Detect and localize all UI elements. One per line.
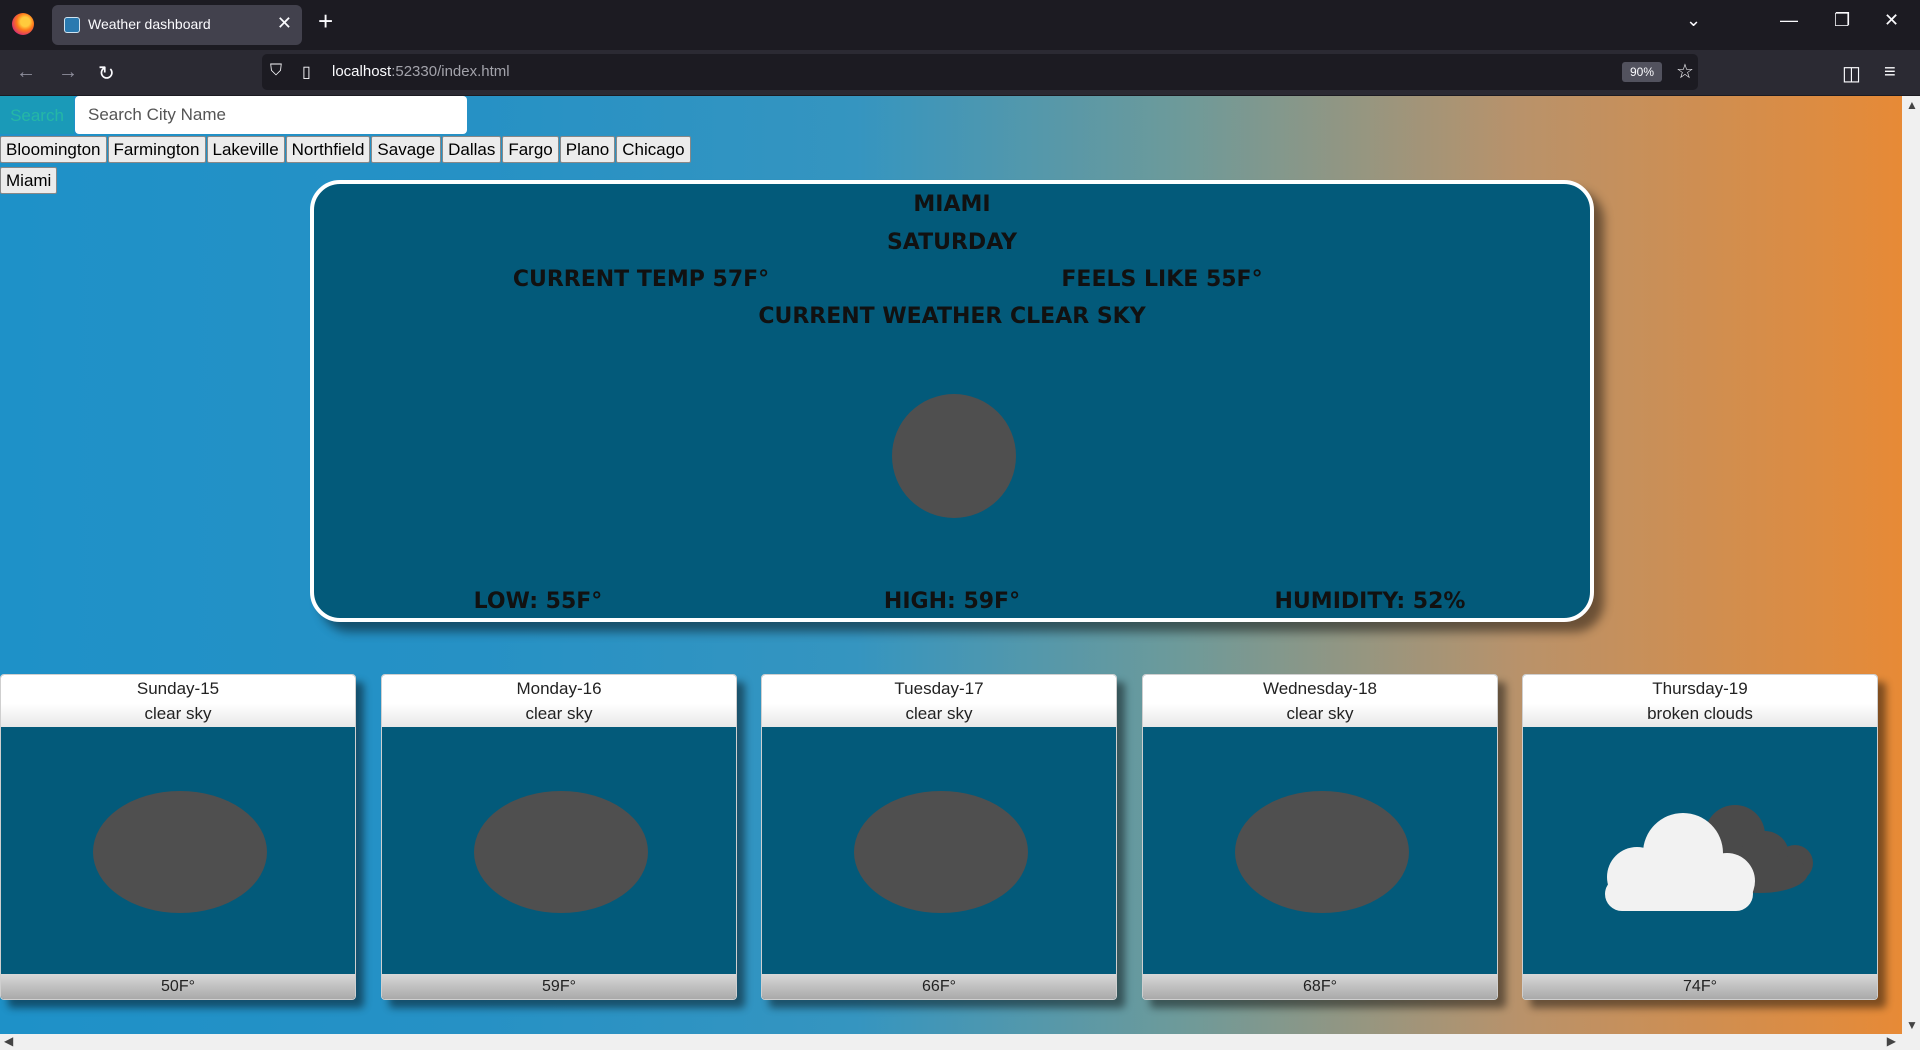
menu-icon[interactable]: ≡ [1884, 61, 1896, 84]
current-day: SATURDAY [886, 230, 1018, 255]
city-button-chicago[interactable]: Chicago [616, 136, 691, 163]
back-arrow-icon[interactable]: ← [16, 61, 36, 84]
forecast-day: Tuesday-17 [894, 679, 984, 698]
page-viewport: Search Bloomington Farmington Lakeville … [0, 96, 1902, 1034]
city-button-dallas[interactable]: Dallas [442, 136, 502, 163]
new-tab-icon[interactable]: + [318, 8, 333, 34]
current-weather-desc: CURRENT WEATHER CLEAR SKY [758, 304, 1146, 329]
city-button-northfield[interactable]: Northfield [285, 136, 371, 163]
restore-icon[interactable]: ❐ [1834, 10, 1850, 31]
forecast-card-header: Monday-16 clear sky [382, 675, 736, 727]
search-button[interactable]: Search [0, 96, 74, 134]
search-city-input[interactable] [75, 96, 467, 134]
scroll-down-icon[interactable]: ▼ [1906, 1018, 1918, 1032]
pocket-icon[interactable]: ◫ [1842, 61, 1861, 86]
city-button-bloomington[interactable]: Bloomington [0, 136, 107, 163]
page-icon[interactable]: ▯ [302, 62, 311, 82]
forecast-day: Monday-16 [516, 679, 602, 698]
forecast-desc: clear sky [525, 704, 593, 723]
forecast-day: Thursday-19 [1652, 679, 1748, 698]
forecast-card-header: Sunday-15 clear sky [1, 675, 355, 727]
forward-arrow-icon[interactable]: → [58, 61, 78, 84]
sun-icon [892, 394, 1016, 518]
forecast-day: Sunday-15 [136, 679, 220, 698]
sun-icon [474, 791, 648, 913]
high-temp: HIGH: 59F° [883, 589, 1021, 614]
browser-tab-bar: Weather dashboard ✕ + ⌄ — ❐ ✕ [0, 0, 1920, 50]
broken-clouds-icon [1605, 805, 1813, 911]
sun-icon [93, 791, 267, 913]
forecast-temp: 50F° [1, 974, 355, 999]
firefox-logo-icon[interactable] [12, 13, 34, 35]
scroll-left-icon[interactable]: ◀ [4, 1034, 13, 1048]
city-button-miami[interactable]: Miami [0, 167, 58, 194]
url-text[interactable]: localhost:52330/index.html [332, 63, 510, 80]
city-button-lakeville[interactable]: Lakeville [206, 136, 285, 163]
reload-icon[interactable]: ↻ [98, 61, 115, 86]
forecast-card-header: Wednesday-18 clear sky [1143, 675, 1497, 727]
scroll-up-icon[interactable]: ▲ [1906, 98, 1918, 112]
horizontal-scrollbar[interactable]: ◀ ▶ [0, 1034, 1920, 1050]
low-temp: LOW: 55F° [473, 589, 603, 614]
forecast-card: Sunday-15 clear sky 50F° [0, 674, 356, 1000]
forecast-temp: 74F° [1523, 974, 1877, 999]
forecast-card: Thursday-19 broken clouds 74F° [1522, 674, 1878, 1000]
city-button-fargo[interactable]: Fargo [502, 136, 559, 163]
humidity: HUMIDITY: 52% [1274, 589, 1466, 614]
forecast-temp: 68F° [1143, 974, 1497, 999]
current-city: MIAMI [913, 192, 991, 217]
close-window-icon[interactable]: ✕ [1884, 10, 1899, 31]
forecast-day: Wednesday-18 [1262, 679, 1378, 698]
city-button-plano[interactable]: Plano [559, 136, 616, 163]
tab-title: Weather dashboard [88, 16, 211, 32]
forecast-desc: clear sky [144, 704, 212, 723]
forecast-card: Tuesday-17 clear sky 66F° [761, 674, 1117, 1000]
close-tab-icon[interactable]: ✕ [277, 13, 292, 34]
browser-nav-bar: ← → ↻ ⛉ ▯ localhost:52330/index.html 90%… [0, 50, 1920, 95]
forecast-desc: clear sky [1286, 704, 1354, 723]
forecast-desc: clear sky [905, 704, 973, 723]
url-bar[interactable]: ⛉ ▯ localhost:52330/index.html 90% ☆ [262, 54, 1698, 90]
city-button-farmington[interactable]: Farmington [107, 136, 206, 163]
forecast-desc: broken clouds [1647, 704, 1753, 723]
tab-favicon-icon [64, 17, 80, 33]
city-history-row-2: Miami [0, 167, 58, 195]
sun-icon [854, 791, 1028, 913]
city-button-savage[interactable]: Savage [371, 136, 442, 163]
forecast-card: Wednesday-18 clear sky 68F° [1142, 674, 1498, 1000]
forecast-card: Monday-16 clear sky 59F° [381, 674, 737, 1000]
bookmark-star-icon[interactable]: ☆ [1676, 59, 1694, 84]
vertical-scrollbar[interactable]: ▲ ▼ [1902, 96, 1920, 1034]
sun-icon [1235, 791, 1409, 913]
tab-weather-dashboard[interactable]: Weather dashboard ✕ [52, 5, 302, 45]
forecast-temp: 66F° [762, 974, 1116, 999]
forecast-card-header: Thursday-19 broken clouds [1523, 675, 1877, 727]
zoom-level-badge[interactable]: 90% [1622, 62, 1662, 82]
forecast-card-header: Tuesday-17 clear sky [762, 675, 1116, 727]
feels-like: FEELS LIKE 55F° [1061, 267, 1263, 292]
city-history-row: Bloomington Farmington Lakeville Northfi… [0, 136, 692, 164]
scroll-right-icon[interactable]: ▶ [1887, 1034, 1896, 1048]
shield-icon[interactable]: ⛉ [270, 62, 282, 80]
current-temp: CURRENT TEMP 57F° [512, 267, 770, 292]
minimize-icon[interactable]: — [1780, 10, 1798, 31]
current-weather-card: MIAMI SATURDAY CURRENT TEMP 57F° FEELS L… [310, 180, 1594, 622]
list-tabs-chevron-icon[interactable]: ⌄ [1686, 10, 1701, 31]
forecast-temp: 59F° [382, 974, 736, 999]
